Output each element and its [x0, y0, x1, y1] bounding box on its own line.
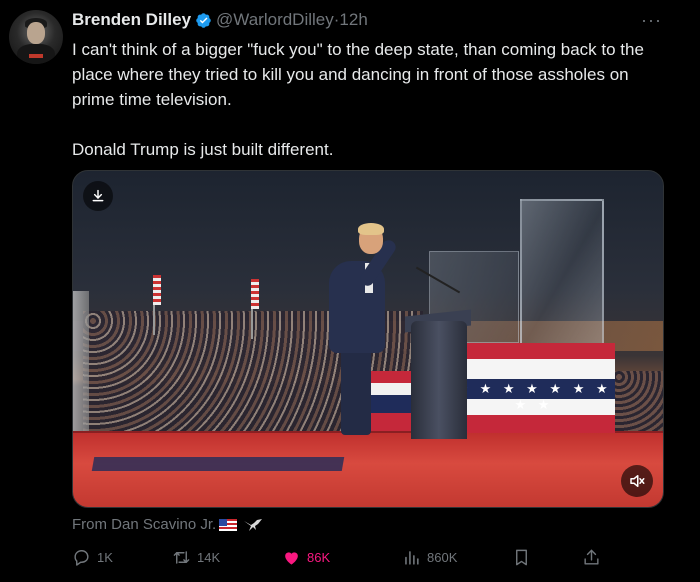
- like-count: 86K: [307, 549, 331, 565]
- bookmark-button[interactable]: [512, 546, 531, 568]
- repost-icon: [173, 550, 190, 564]
- crowd-flag: [251, 279, 259, 309]
- views-count: 860K: [427, 549, 458, 565]
- like-button[interactable]: 86K: [282, 546, 330, 568]
- speaker-hair: [358, 223, 384, 235]
- verified-badge-icon: [196, 12, 211, 28]
- post-text: I can't think of a bigger "fuck you" to …: [72, 37, 672, 162]
- post-time[interactable]: 12h: [339, 10, 367, 30]
- avatar-face: [27, 22, 45, 44]
- action-bar: 1K 14K 86K 860K: [72, 546, 612, 568]
- media-source-text: From Dan Scavino Jr.: [72, 516, 217, 533]
- avatar-badge: [29, 54, 43, 58]
- mute-button[interactable]: [621, 465, 653, 497]
- author-name[interactable]: Brenden Dilley: [72, 10, 191, 30]
- views-button[interactable]: 860K: [402, 546, 457, 568]
- reply-button[interactable]: 1K: [72, 546, 113, 568]
- podium: [411, 321, 467, 439]
- crowd-flag: [153, 275, 161, 305]
- download-icon: [92, 189, 104, 202]
- glass-panel: [520, 199, 604, 359]
- share-button[interactable]: [582, 546, 601, 568]
- repost-button[interactable]: 14K: [172, 546, 220, 568]
- crowd-right: [613, 371, 663, 431]
- post-text-paragraph-2: Donald Trump is just built different.: [72, 140, 334, 159]
- repost-count: 14K: [197, 549, 221, 565]
- speaker-legs: [341, 339, 371, 435]
- views-icon: [405, 550, 419, 565]
- post-text-paragraph-1: I can't think of a bigger "fuck you" to …: [72, 40, 644, 109]
- bunting-right: ★ ★ ★ ★ ★ ★ ★ ★ ★: [453, 343, 615, 433]
- mute-icon: [630, 475, 645, 487]
- reply-icon: [74, 549, 89, 566]
- author-handle[interactable]: @WarlordDilley: [216, 10, 334, 30]
- post-header: Brenden Dilley @WarlordDilley · 12h: [72, 10, 368, 30]
- share-icon: [584, 549, 599, 565]
- more-icon[interactable]: ···: [641, 10, 662, 31]
- post-video[interactable]: ★ ★ ★ ★ ★ ★ ★ ★ ★: [72, 170, 664, 508]
- media-source[interactable]: From Dan Scavino Jr.: [72, 516, 263, 533]
- eagle-icon: [244, 518, 263, 531]
- heart-icon: [285, 551, 298, 565]
- author-avatar[interactable]: [9, 10, 63, 64]
- bunting-stars: ★ ★ ★ ★ ★ ★ ★ ★ ★: [456, 381, 612, 412]
- us-flag-icon: [219, 518, 238, 531]
- download-button[interactable]: [83, 181, 113, 211]
- bookmark-icon: [516, 549, 527, 565]
- reply-count: 1K: [97, 549, 113, 565]
- stage-stripe: [91, 457, 345, 471]
